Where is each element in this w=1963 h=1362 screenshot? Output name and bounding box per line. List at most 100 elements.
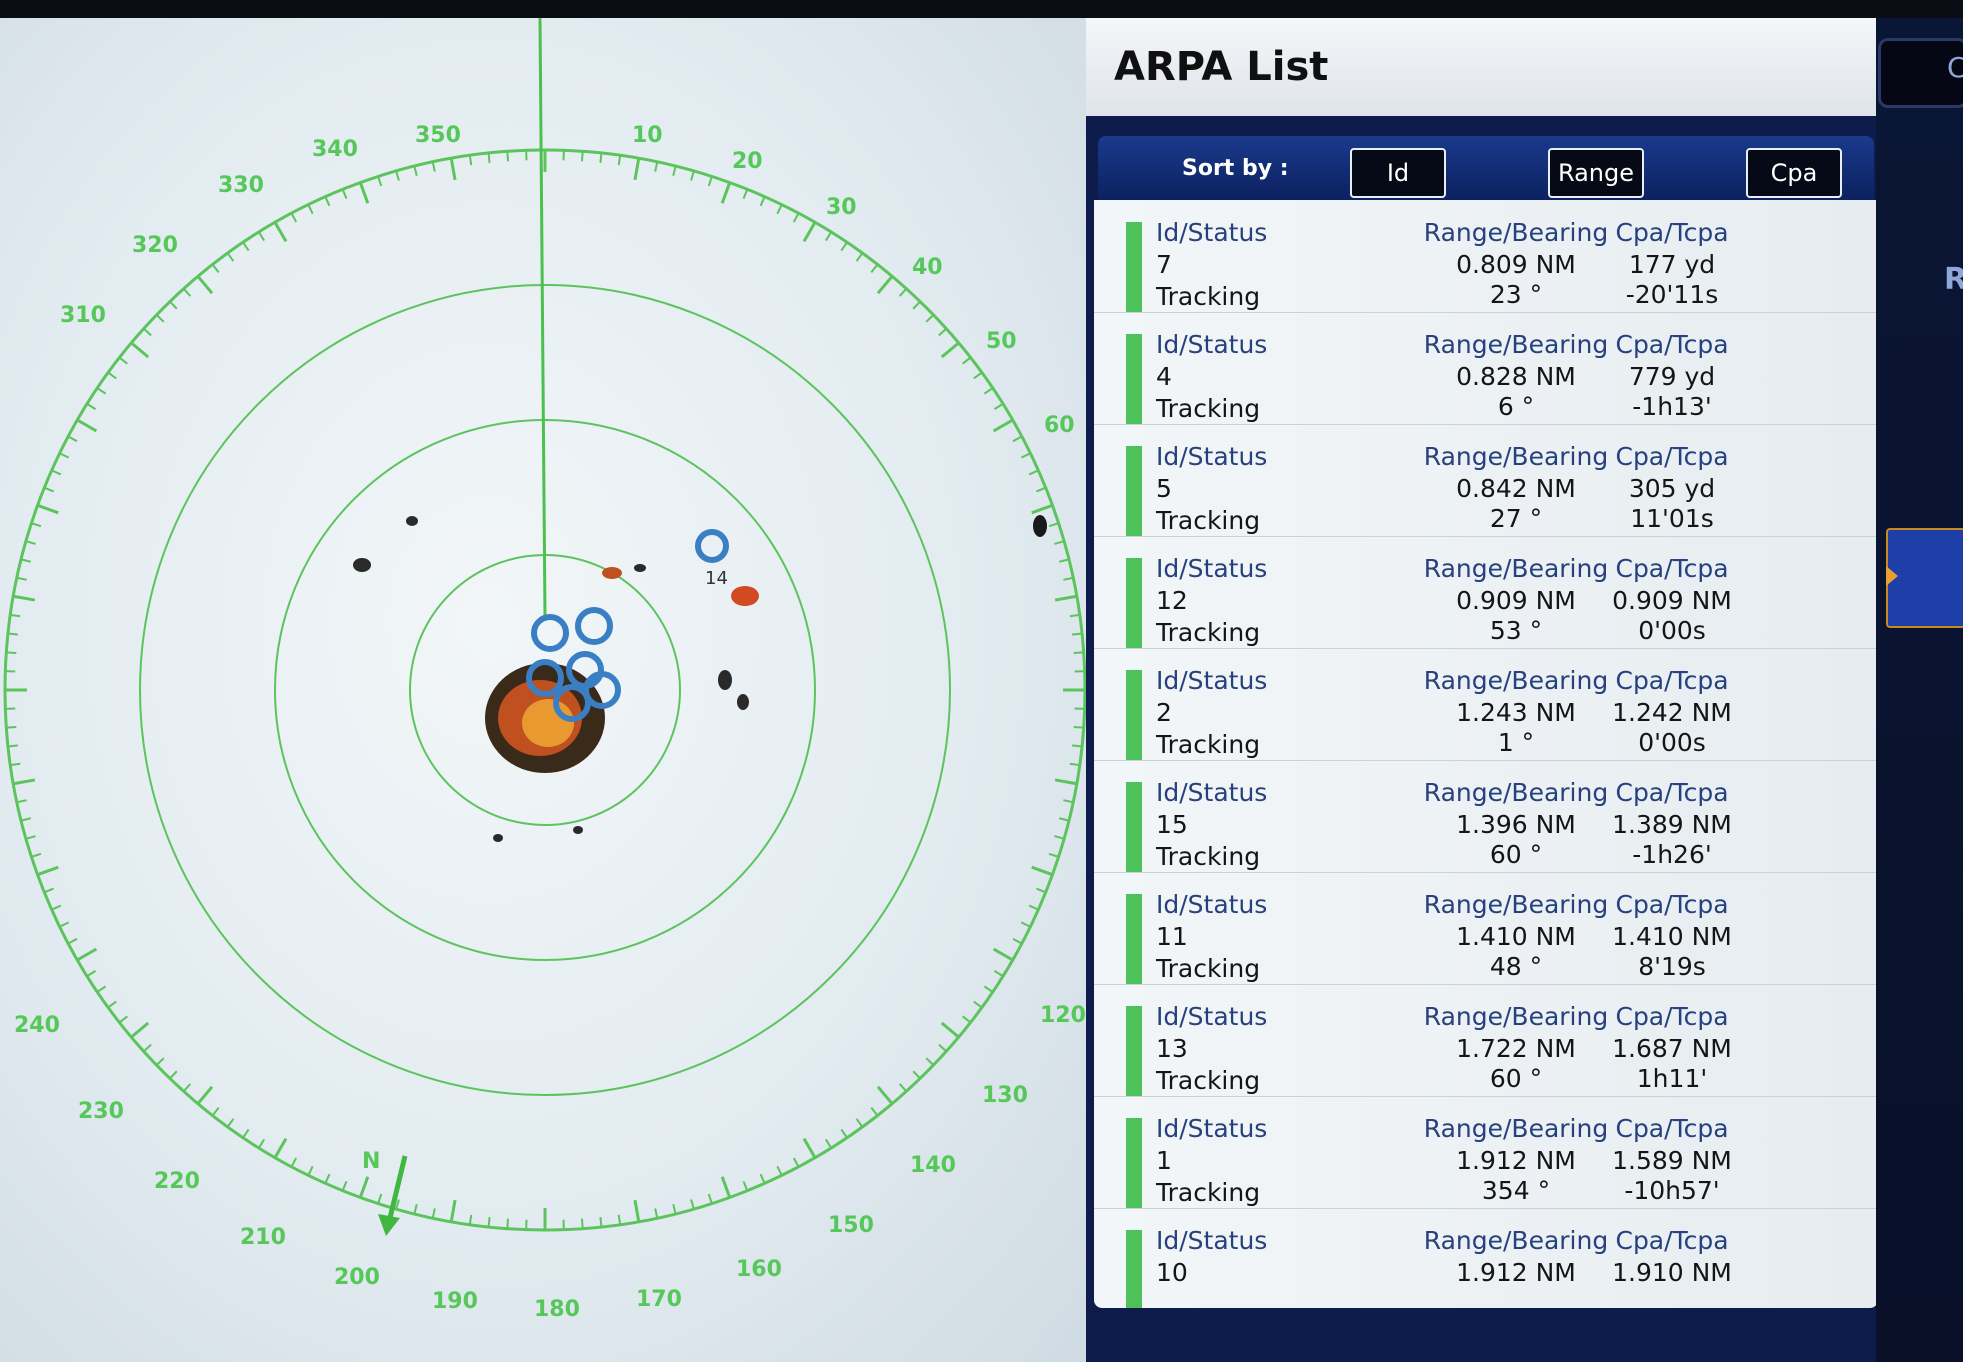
bearing-label-200: 200 [334, 1265, 380, 1290]
target-row[interactable]: Id/Status 2 Tracking Range/Bearing 1.243 NM 1… [1094, 648, 1878, 761]
bearing-label-330: 330 [218, 173, 264, 198]
bearing-tick [324, 196, 331, 207]
target-row[interactable]: Id/Status 11 Tracking Range/Bearing 1.410 NM… [1094, 872, 1878, 985]
id-status-header: Id/Status [1156, 442, 1268, 471]
target-status: Tracking [1156, 1066, 1261, 1095]
bearing-tick [324, 1173, 331, 1184]
bearing-label-130: 130 [982, 1083, 1028, 1108]
bearing-tick [20, 558, 31, 563]
id-status-header: Id/Status [1156, 554, 1268, 583]
bearing-tick [96, 387, 107, 395]
close-button[interactable]: C [1878, 38, 1963, 108]
target-label-14: 14 [705, 568, 728, 589]
bearing-tick [242, 241, 250, 252]
target-tcpa: -1h26' [1632, 840, 1712, 869]
id-status-header: Id/Status [1156, 666, 1268, 695]
bearing-tick [257, 231, 265, 242]
bearing-tick [37, 865, 59, 877]
status-indicator [1126, 1006, 1142, 1096]
bearing-tick [983, 387, 994, 395]
arpa-target-symbol[interactable] [531, 614, 569, 652]
bearing-tick [377, 1193, 383, 1204]
bearing-tick [143, 327, 152, 337]
bearing-tick [25, 540, 36, 545]
bearing-tick [759, 1173, 766, 1184]
target-tcpa: 0'00s [1638, 616, 1706, 645]
bearing-tick [1048, 852, 1059, 858]
target-status: Tracking [1156, 1178, 1261, 1207]
target-status: Tracking [1156, 506, 1261, 535]
target-id: 12 [1156, 586, 1188, 615]
side-panel [1876, 18, 1963, 1362]
bearing-tick [506, 151, 510, 162]
target-row[interactable]: Id/Status 5 Tracking Range/Bearing 0.842 NM 2… [1094, 424, 1878, 537]
target-row[interactable]: Id/Status 7 Tracking Range/Bearing 0.809 NM 2… [1094, 200, 1878, 313]
target-list[interactable]: Id/Status 7 Tracking Range/Bearing 0.809 NM 2… [1094, 200, 1878, 1308]
radar-display[interactable]: N 14 350 10 20 30 40 50 60 120 130 140 1… [0, 18, 1086, 1362]
id-status-header: Id/Status [1156, 890, 1268, 919]
sort-by-range-button[interactable]: Range [1548, 148, 1644, 198]
bearing-tick [107, 371, 117, 380]
bearing-tick [690, 1199, 695, 1210]
bearing-tick [742, 188, 749, 199]
bearing-tick [672, 165, 677, 176]
target-row[interactable]: Id/Status 12 Tracking Range/Bearing 0.909 NM… [1094, 536, 1878, 649]
bearing-tick [870, 1107, 879, 1117]
bearing-tick [962, 356, 972, 365]
bearing-tick [257, 1138, 265, 1149]
bearing-tick [776, 204, 783, 215]
arpa-list-panel: ARPA List Sort by : Id Range Cpa Id/Stat… [1086, 18, 1878, 1362]
bearing-tick [792, 212, 800, 223]
cpa-tcpa-header: Cpa/Tcpa [1615, 554, 1729, 583]
bearing-tick [992, 947, 1014, 962]
bearing-tick [358, 182, 370, 204]
arpa-targets[interactable] [526, 529, 729, 722]
bearing-tick [1028, 904, 1039, 911]
target-status: Tracking [1156, 282, 1261, 311]
bearing-tick [155, 1057, 165, 1066]
bearing-tick [468, 155, 473, 166]
bearing-label-350: 350 [415, 123, 461, 148]
bearing-tick [273, 221, 288, 243]
bearing-label-220: 220 [154, 1169, 200, 1194]
bearing-tick [16, 576, 27, 581]
bearing-tick [840, 241, 848, 252]
bearing-tick [130, 341, 150, 359]
bearing-tick [307, 1165, 314, 1176]
sort-bar: Sort by : Id Range Cpa [1098, 136, 1874, 208]
status-indicator [1126, 446, 1142, 536]
bearing-tick [983, 985, 994, 993]
arpa-target-symbol[interactable] [575, 607, 613, 645]
sort-by-id-button[interactable]: Id [1350, 148, 1446, 198]
target-row[interactable]: Id/Status 13 Tracking Range/Bearing 1.722 NM… [1094, 984, 1878, 1097]
bearing-tick [938, 1043, 947, 1053]
target-id: 1 [1156, 1146, 1172, 1175]
bearing-tick [580, 1218, 584, 1229]
status-indicator [1126, 334, 1142, 424]
bearing-tick [6, 725, 17, 729]
bearing-tick [431, 1208, 436, 1219]
target-row[interactable]: Id/Status 4 Tracking Range/Bearing 0.828 NM 6… [1094, 312, 1878, 425]
target-status: Tracking [1156, 618, 1261, 647]
sort-by-cpa-button[interactable]: Cpa [1746, 148, 1842, 198]
bearing-tick [759, 196, 766, 207]
target-row[interactable]: Id/Status 15 Tracking Range/Bearing 1.396 NM… [1094, 760, 1878, 873]
target-cpa: 0.909 NM [1612, 586, 1732, 615]
target-row[interactable]: Id/Status 10 Range/Bearing 1.912 NM Cpa/Tcpa… [1094, 1208, 1878, 1308]
bearing-label-160: 160 [736, 1257, 782, 1282]
bearing-label-30: 30 [826, 195, 857, 220]
bearing-tick [196, 1085, 214, 1105]
id-status-header: Id/Status [1156, 218, 1268, 247]
target-row[interactable]: Id/Status 1 Tracking Range/Bearing 1.912 NM 3… [1094, 1096, 1878, 1209]
bearing-tick [633, 157, 641, 181]
bearing-tick [1012, 435, 1023, 443]
bearing-tick [1054, 540, 1065, 545]
bearing-tick [118, 1015, 128, 1024]
bearing-tick [506, 1218, 510, 1229]
bearing-tick [76, 418, 98, 433]
radar-scope: N 14 350 10 20 30 40 50 60 120 130 140 1… [3, 18, 1086, 1322]
bearing-label-320: 320 [132, 233, 178, 258]
bearing-tick [25, 835, 36, 840]
arpa-target-symbol[interactable] [695, 529, 729, 563]
bearing-tick [870, 263, 879, 273]
